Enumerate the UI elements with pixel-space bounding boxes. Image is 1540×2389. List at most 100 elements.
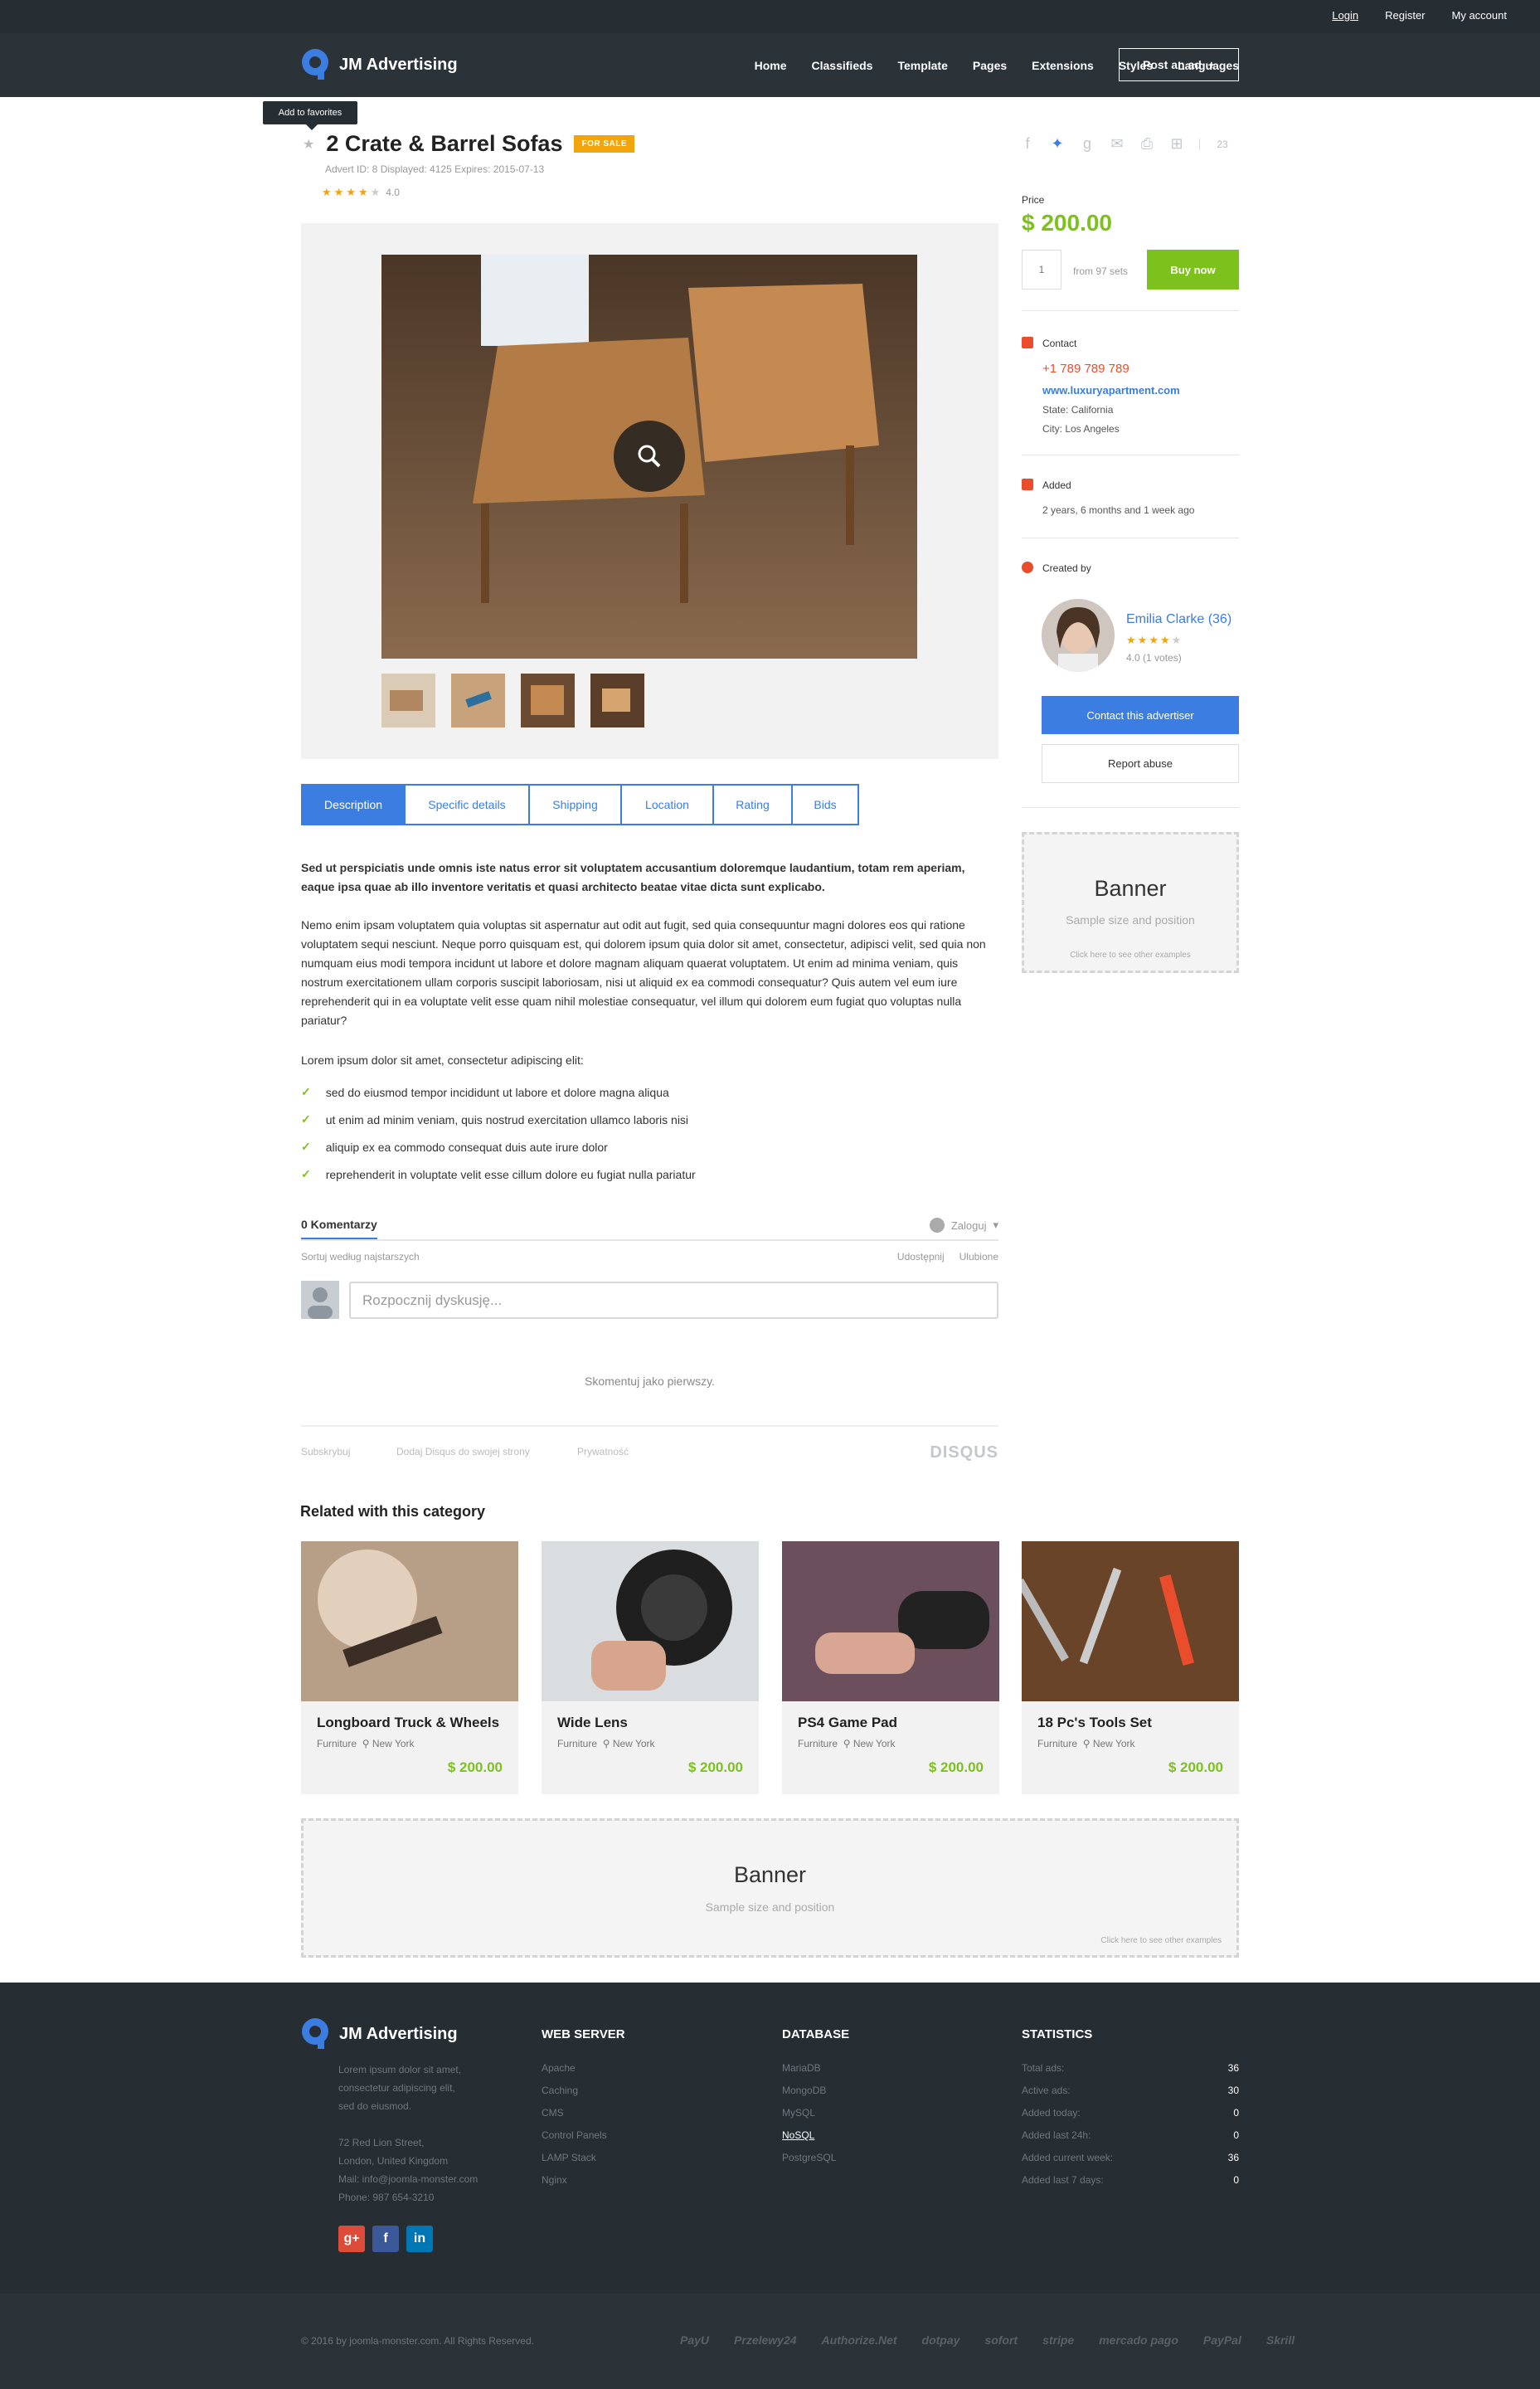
- stat-row: Total ads: 36: [1022, 2062, 1239, 2074]
- related-card-title[interactable]: Longboard Truck & Wheels: [317, 1715, 499, 1731]
- footer-link[interactable]: PostgreSQL: [782, 2152, 836, 2174]
- skrill-logo: Skrill: [1266, 2333, 1295, 2347]
- zoom-button[interactable]: [614, 421, 685, 492]
- tab-location[interactable]: Location: [622, 786, 714, 824]
- linkedin-icon[interactable]: in: [406, 2226, 433, 2252]
- nav-pages[interactable]: Pages: [973, 59, 1007, 72]
- footer-brand-name: JM Advertising: [339, 2024, 458, 2043]
- advert-title: 2 Crate & Barrel Sofas: [326, 131, 563, 156]
- tab-description[interactable]: Description: [303, 786, 406, 824]
- related-card[interactable]: Longboard Truck & Wheels Furniture ⚲ New…: [301, 1541, 518, 1794]
- nav-template[interactable]: Template: [897, 59, 947, 72]
- related-card-image[interactable]: [1022, 1541, 1239, 1701]
- added-label: Added: [1042, 479, 1071, 491]
- login-link[interactable]: Login: [1332, 9, 1358, 22]
- footer-logo[interactable]: JM Advertising: [301, 2017, 458, 2051]
- tab-specific-details[interactable]: Specific details: [406, 786, 530, 824]
- database-links: MariaDB MongoDB MySQL NoSQL PostgreSQL: [782, 2062, 836, 2174]
- email-icon[interactable]: ✉: [1110, 135, 1125, 153]
- tab-shipping[interactable]: Shipping: [530, 786, 622, 824]
- price-label: Price: [1022, 194, 1045, 206]
- footer-link[interactable]: Nginx: [542, 2174, 607, 2197]
- add-disqus-link[interactable]: Dodaj Disqus do swojej strony: [396, 1446, 530, 1457]
- register-link[interactable]: Register: [1385, 9, 1425, 22]
- banner-subtitle: Sample size and position: [1066, 913, 1195, 927]
- my-account-link[interactable]: My account: [1452, 9, 1507, 22]
- list-item: ✓ ut enim ad minim veniam, quis nostrud e…: [301, 1106, 696, 1133]
- related-card[interactable]: Wide Lens Furniture ⚲ New York $ 200.00: [542, 1541, 759, 1794]
- related-card-image[interactable]: [782, 1541, 999, 1701]
- thumbnail[interactable]: [381, 674, 435, 727]
- footer-about: Lorem ipsum dolor sit amet, consectetur a…: [338, 2064, 462, 2112]
- database-heading: DATABASE: [782, 2027, 850, 2041]
- tab-rating[interactable]: Rating: [714, 786, 793, 824]
- subscribe-link[interactable]: Subskrybuj: [301, 1446, 350, 1457]
- banner-subtitle: Sample size and position: [705, 1900, 835, 1914]
- facebook-icon[interactable]: f: [1020, 135, 1035, 153]
- related-card-price: $ 200.00: [447, 1759, 503, 1775]
- banner-wide[interactable]: Banner Sample size and position Click he…: [301, 1818, 1239, 1958]
- quantity-input[interactable]: 1: [1022, 250, 1061, 290]
- contact-phone[interactable]: +1 789 789 789: [1042, 362, 1129, 376]
- google-plus-icon[interactable]: g: [1080, 135, 1095, 153]
- social-links: g+ f in: [338, 2226, 433, 2252]
- site-logo[interactable]: JM Advertising: [301, 48, 458, 81]
- related-card-image[interactable]: [542, 1541, 759, 1701]
- nav-extensions[interactable]: Extensions: [1032, 59, 1094, 72]
- twitter-icon[interactable]: ✦: [1050, 135, 1065, 153]
- site-footer: JM Advertising Lorem ipsum dolor sit ame…: [0, 1983, 1540, 2294]
- avatar[interactable]: [1042, 599, 1115, 672]
- comments-login[interactable]: Zaloguj ▾: [929, 1218, 998, 1233]
- favorite-comments-link[interactable]: Ulubione: [959, 1251, 998, 1263]
- related-card-title[interactable]: Wide Lens: [557, 1715, 628, 1731]
- footer-link[interactable]: LAMP Stack: [542, 2152, 607, 2174]
- disqus-logo[interactable]: DISQUS: [930, 1443, 998, 1462]
- footer-address: 72 Red Lion Street, London, United Kingdo…: [338, 2137, 479, 2203]
- banner-link[interactable]: Click here to see other examples: [1024, 951, 1236, 960]
- buy-now-button[interactable]: Buy now: [1147, 250, 1239, 290]
- search-icon: [638, 445, 661, 468]
- related-card-image[interactable]: [301, 1541, 518, 1701]
- footer-link[interactable]: MariaDB: [782, 2062, 836, 2085]
- rating-value: 4.0: [386, 187, 400, 198]
- footer-link[interactable]: NoSQL: [782, 2129, 836, 2152]
- main-product-image[interactable]: [381, 255, 917, 659]
- add-icon[interactable]: ⊞: [1169, 135, 1184, 153]
- footer-link[interactable]: CMS: [542, 2107, 607, 2129]
- footer-link[interactable]: Control Panels: [542, 2129, 607, 2152]
- banner-link[interactable]: Click here to see other examples: [1100, 1936, 1222, 1945]
- sort-dropdown[interactable]: Sortuj według najstarszych: [301, 1251, 420, 1263]
- related-card[interactable]: PS4 Game Pad Furniture ⚲ New York $ 200.…: [782, 1541, 999, 1794]
- star-icon: ★: [357, 186, 368, 198]
- thumbnail[interactable]: [521, 674, 575, 727]
- related-card[interactable]: 18 Pc's Tools Set Furniture ⚲ New York $…: [1022, 1541, 1239, 1794]
- comment-input[interactable]: Rozpocznij dyskusję...: [349, 1282, 998, 1319]
- share-comments-link[interactable]: Udostępnij: [897, 1251, 945, 1263]
- report-abuse-button[interactable]: Report abuse: [1042, 744, 1239, 783]
- nav-home[interactable]: Home: [755, 59, 787, 72]
- contact-advertiser-button[interactable]: Contact this advertiser: [1042, 696, 1239, 734]
- copyright: © 2016 by joomla-monster.com. All Rights…: [301, 2335, 534, 2347]
- footer-link[interactable]: MySQL: [782, 2107, 836, 2129]
- nav-classifieds[interactable]: Classifieds: [812, 59, 873, 72]
- contact-website[interactable]: www.luxuryapartment.com: [1042, 384, 1180, 397]
- favorite-star-icon[interactable]: ★: [303, 136, 314, 153]
- banner-sidebar[interactable]: Banner Sample size and position Click he…: [1022, 832, 1239, 973]
- footer-link[interactable]: Apache: [542, 2062, 607, 2085]
- thumbnail[interactable]: [590, 674, 644, 727]
- brand-name: JM Advertising: [339, 55, 458, 74]
- print-icon[interactable]: ⎙: [1139, 135, 1154, 153]
- google-plus-icon[interactable]: g+: [338, 2226, 365, 2252]
- related-card-title[interactable]: PS4 Game Pad: [798, 1715, 897, 1731]
- related-card-meta: Furniture ⚲ New York: [557, 1738, 655, 1749]
- tab-bids[interactable]: Bids: [793, 786, 857, 824]
- author-name[interactable]: Emilia Clarke (36): [1126, 612, 1232, 627]
- footer-link[interactable]: MongoDB: [782, 2085, 836, 2107]
- facebook-icon[interactable]: f: [372, 2226, 399, 2252]
- comments-count[interactable]: 0 Komentarzy: [301, 1218, 377, 1239]
- footer-link[interactable]: Caching: [542, 2085, 607, 2107]
- related-card-title[interactable]: 18 Pc's Tools Set: [1037, 1715, 1152, 1731]
- privacy-link[interactable]: Prywatność: [577, 1446, 629, 1457]
- thumbnail[interactable]: [451, 674, 505, 727]
- post-ad-button[interactable]: Post an ad +: [1119, 48, 1239, 81]
